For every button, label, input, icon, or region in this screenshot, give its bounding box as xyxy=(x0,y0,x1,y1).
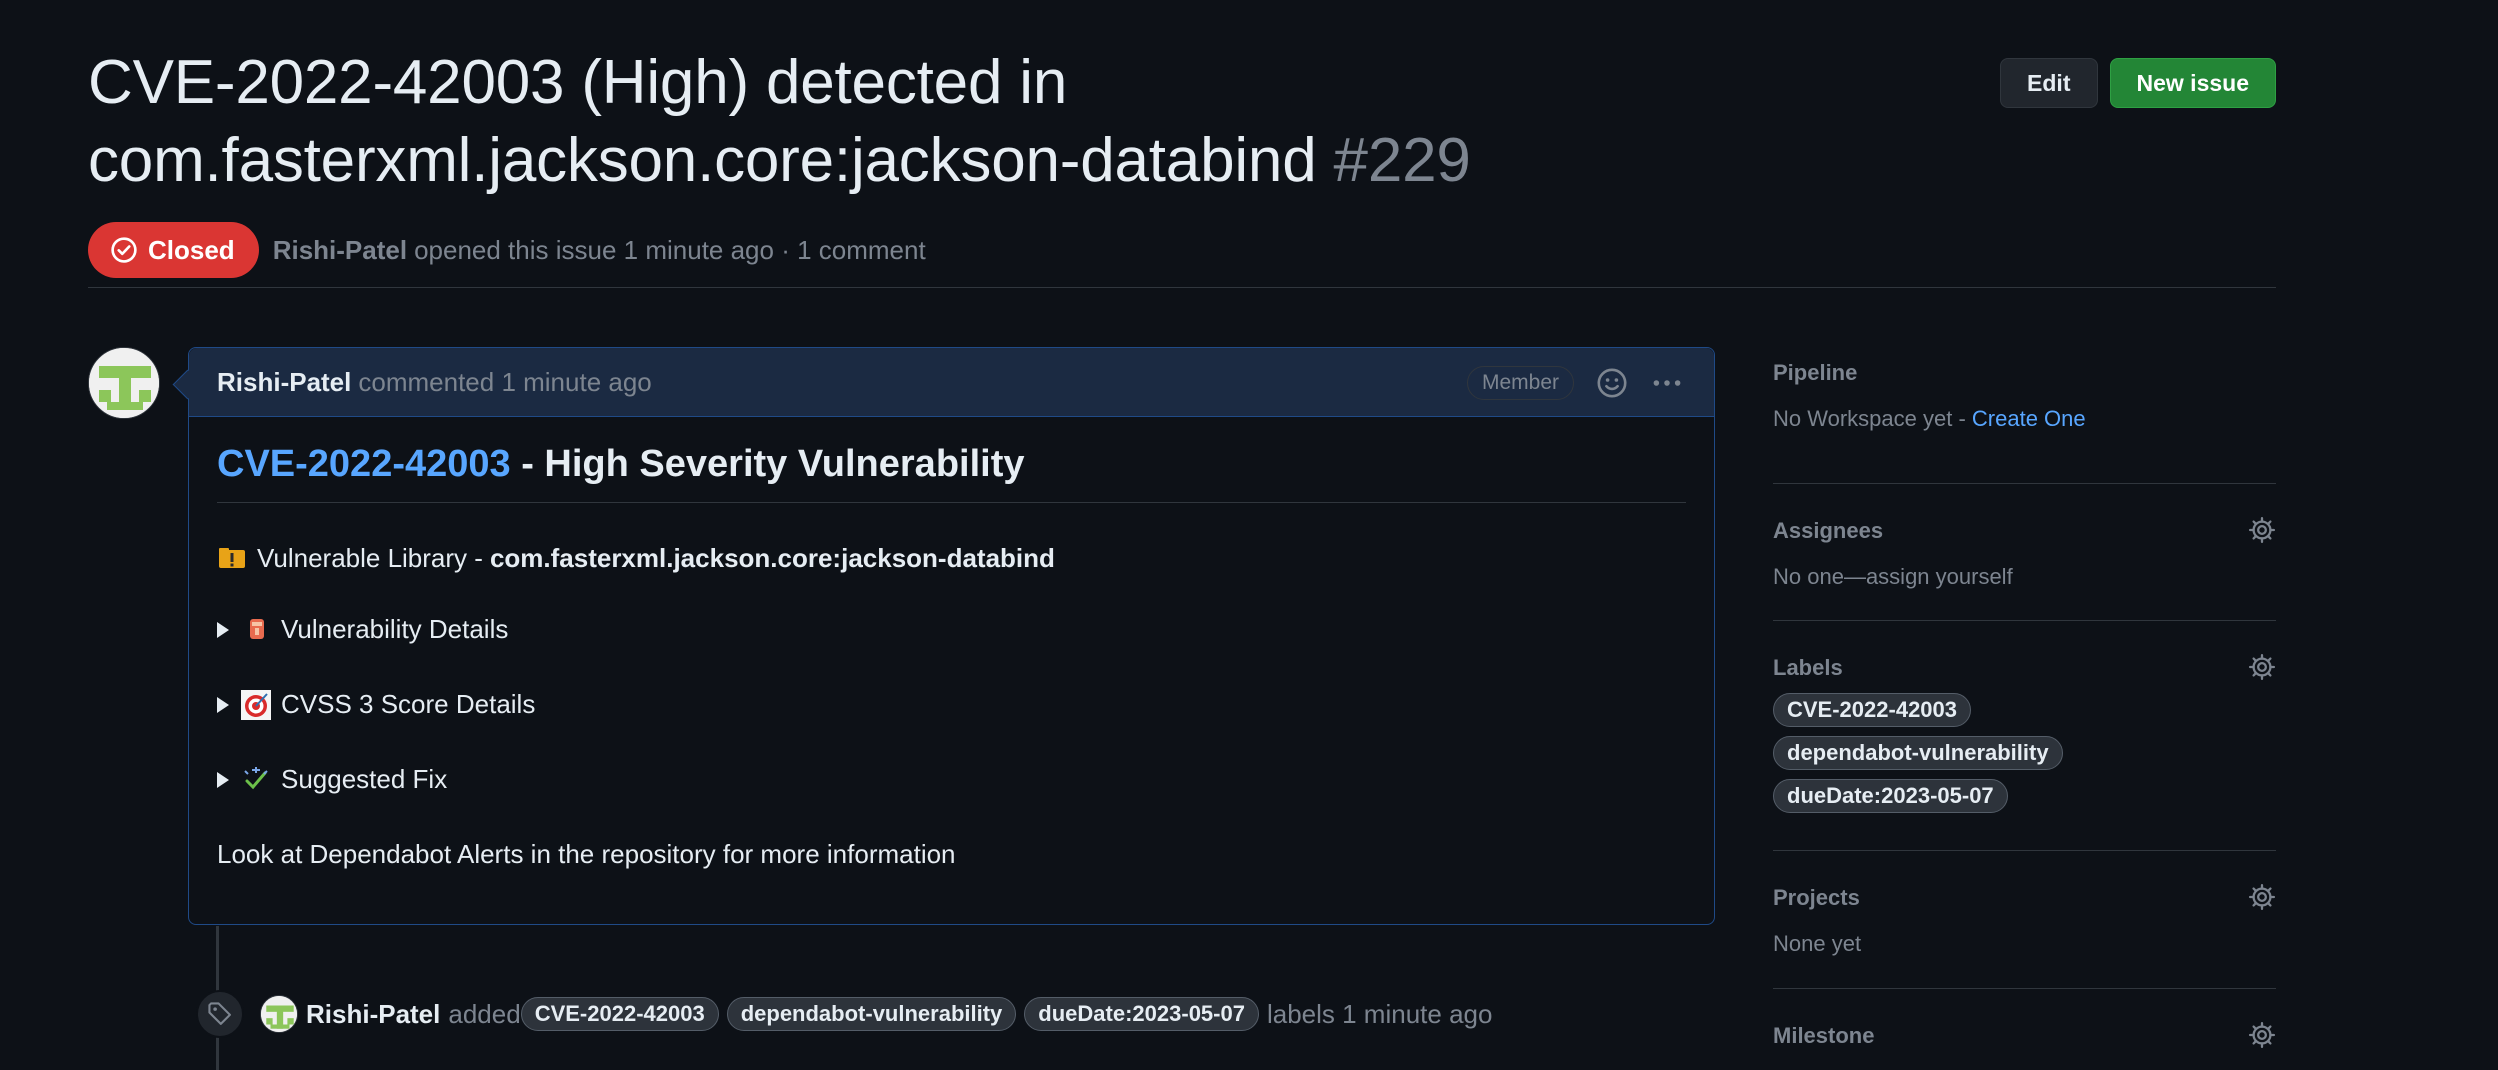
avatar[interactable] xyxy=(88,347,160,419)
create-workspace-link[interactable]: Create One xyxy=(1972,406,2086,431)
details-cvss-label: CVSS 3 Score Details xyxy=(281,689,536,719)
event-avatar[interactable] xyxy=(260,995,298,1033)
event-label-chip[interactable]: dependabot-vulnerability xyxy=(726,997,1017,1031)
issue-title-text: CVE-2022-42003 (High) detected in com.fa… xyxy=(88,48,1317,195)
issue-author-link[interactable]: Rishi-Patel xyxy=(273,235,407,266)
sidebar-pipeline: Pipeline No Workspace yet - Create One xyxy=(1773,360,2276,484)
gear-icon[interactable] xyxy=(2248,883,2276,911)
header-divider xyxy=(88,287,2276,288)
state-badge: Closed xyxy=(88,222,259,278)
sidebar-label-list: CVE-2022-42003 dependabot-vulnerability … xyxy=(1773,693,2276,813)
comment-title-rest: - High Severity Vulnerability xyxy=(510,443,1025,485)
event-label-chip[interactable]: CVE-2022-42003 xyxy=(520,997,719,1031)
cve-link[interactable]: CVE-2022-42003 xyxy=(217,443,511,485)
sidebar-milestone: Milestone xyxy=(1773,989,2276,1049)
sidebar-pipeline-title: Pipeline xyxy=(1773,360,1858,385)
vulnerable-library-prefix: Vulnerable Library - xyxy=(257,543,483,573)
comment-footer-text: Look at Dependabot Alerts in the reposit… xyxy=(217,839,956,869)
sidebar-milestone-title[interactable]: Milestone xyxy=(1773,1023,2276,1049)
event-author-link[interactable]: Rishi-Patel xyxy=(306,999,440,1030)
sidebar-projects: Projects None yet xyxy=(1773,851,2276,989)
comment-header-actions: Member xyxy=(1466,348,1684,417)
warning-folder-emoji-icon xyxy=(219,547,245,568)
kebab-menu-icon[interactable] xyxy=(1650,366,1684,400)
sidebar-label-chip[interactable]: CVE-2022-42003 xyxy=(1773,693,1972,727)
details-suggested-fix[interactable]: Suggested Fix xyxy=(217,764,1686,795)
sidebar-label-chip[interactable]: dependabot-vulnerability xyxy=(1773,736,2063,770)
vulnerability-emoji-icon xyxy=(250,618,264,639)
issue-title: CVE-2022-42003 (High) detected in com.fa… xyxy=(88,44,1988,200)
disclosure-triangle-icon xyxy=(217,696,229,713)
label-event: Rishi-Patel added CVE-2022-42003 dependa… xyxy=(196,990,1492,1038)
identicon-avatar-icon xyxy=(89,348,159,418)
issue-opened-text: opened this issue 1 minute ago · 1 comme… xyxy=(414,234,926,265)
details-cvss[interactable]: CVSS 3 Score Details xyxy=(217,689,1686,720)
comment-title: CVE-2022-42003 - High Severity Vulnerabi… xyxy=(217,443,1686,503)
identicon-avatar-icon xyxy=(261,996,297,1032)
closed-check-icon xyxy=(111,237,137,263)
issue-number: #229 xyxy=(1333,126,1471,195)
issue-meta: Closed Rishi-Patel opened this issue 1 m… xyxy=(88,222,2276,278)
sparkle-check-emoji-icon xyxy=(244,766,268,789)
comment-body: CVE-2022-42003 - High Severity Vulnerabi… xyxy=(189,417,1714,870)
sidebar-projects-title[interactable]: Projects xyxy=(1773,885,2276,911)
pipeline-text: No Workspace yet - xyxy=(1773,406,1966,431)
event-suffix: labels 1 minute ago xyxy=(1266,998,1493,1029)
comment-header: Rishi-Patel commented 1 minute ago Membe… xyxy=(189,348,1714,417)
gear-icon[interactable] xyxy=(2248,1021,2276,1049)
gear-icon[interactable] xyxy=(2248,653,2276,681)
sidebar-projects-value: None yet xyxy=(1773,931,1862,956)
event-label-chip[interactable]: dueDate:2023-05-07 xyxy=(1024,997,1259,1031)
issue-header: CVE-2022-42003 (High) detected in com.fa… xyxy=(88,44,2276,278)
disclosure-triangle-icon xyxy=(217,621,229,638)
sidebar-labels-title[interactable]: Labels xyxy=(1773,655,2276,681)
header-actions: Edit New issue xyxy=(2000,58,2276,108)
details-vulnerability-label: Vulnerability Details xyxy=(281,614,509,644)
edit-button[interactable]: Edit xyxy=(2000,58,2098,108)
role-badge: Member xyxy=(1466,365,1574,400)
sidebar-label-chip[interactable]: dueDate:2023-05-07 xyxy=(1773,779,2008,813)
sidebar-pipeline-value: No Workspace yet - Create One xyxy=(1773,406,2276,432)
label-event-badge xyxy=(196,990,244,1038)
vulnerable-library-line: Vulnerable Library - com.fasterxml.jacks… xyxy=(217,543,1686,574)
vulnerable-library-name: com.fasterxml.jackson.core:jackson-datab… xyxy=(489,543,1055,573)
tag-icon xyxy=(208,1002,231,1025)
new-issue-button[interactable]: New issue xyxy=(2109,58,2276,108)
comment-action[interactable]: commented 1 minute ago xyxy=(358,367,651,398)
sidebar-labels: Labels CVE-2022-42003 dependabot-vulnera… xyxy=(1773,621,2276,851)
details-suggested-fix-label: Suggested Fix xyxy=(281,764,448,794)
smiley-icon[interactable] xyxy=(1596,367,1628,399)
target-emoji-icon xyxy=(241,689,271,720)
sidebar-assignees-title[interactable]: Assignees xyxy=(1773,518,2276,544)
comment-author-link[interactable]: Rishi-Patel xyxy=(217,367,351,398)
comment-box: Rishi-Patel commented 1 minute ago Membe… xyxy=(188,347,1715,925)
details-vulnerability[interactable]: Vulnerability Details xyxy=(217,614,1686,645)
sidebar-assignees: Assignees No one—assign yourself xyxy=(1773,484,2276,621)
assign-yourself-link[interactable]: No one—assign yourself xyxy=(1773,564,2276,590)
issue-sidebar: Pipeline No Workspace yet - Create One A… xyxy=(1773,360,2276,1049)
gear-icon[interactable] xyxy=(2248,516,2276,544)
state-label: Closed xyxy=(148,234,235,265)
event-action: added xyxy=(448,998,521,1029)
disclosure-triangle-icon xyxy=(217,771,229,788)
